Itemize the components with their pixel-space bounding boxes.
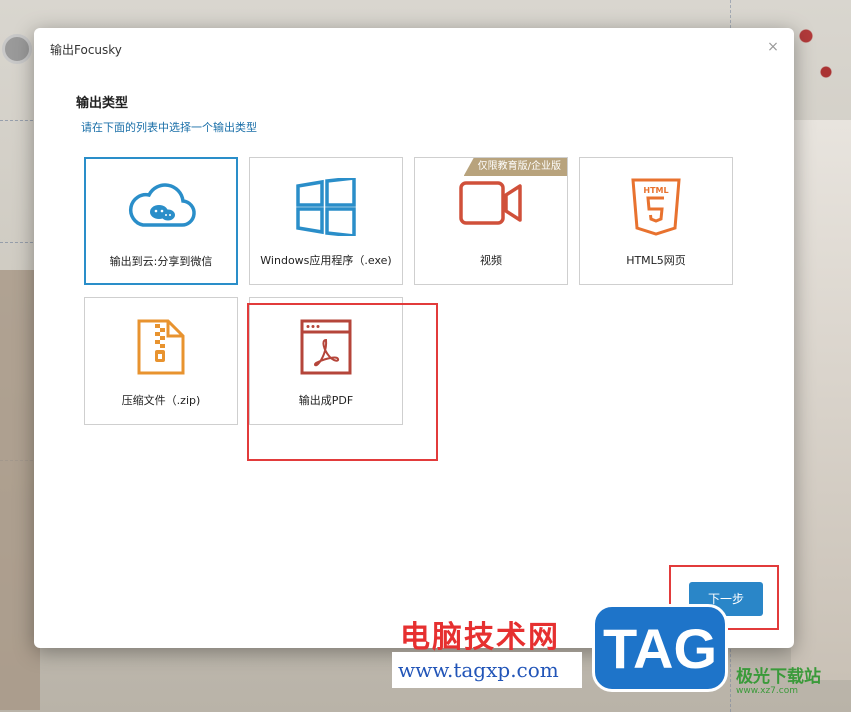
svg-text:HTML: HTML [643, 186, 668, 195]
tile-windows-exe[interactable]: Windows应用程序（.exe) [249, 157, 403, 285]
tile-video[interactable]: 仅限教育版/企业版 视频 [414, 157, 568, 285]
bg-circle [2, 34, 32, 64]
watermark-tag-logo: TAG [592, 604, 728, 692]
tile-html5[interactable]: HTML HTML5网页 [579, 157, 733, 285]
tile-label: Windows应用程序（.exe) [260, 254, 392, 267]
watermark-side-sub: www.xz7.com [736, 686, 798, 696]
zip-file-icon [85, 318, 237, 378]
video-camera-icon [415, 178, 567, 238]
edition-ribbon: 仅限教育版/企业版 [463, 158, 567, 176]
section-subtitle: 请在下面的列表中选择一个输出类型 [81, 121, 257, 134]
tile-label: 输出成PDF [298, 394, 354, 407]
tile-label: 输出到云:分享到微信 [109, 255, 213, 268]
tile-label: 压缩文件（.zip) [121, 394, 201, 407]
pdf-icon [250, 318, 402, 378]
bg-panel [791, 120, 851, 680]
tile-zip[interactable]: 压缩文件（.zip) [84, 297, 238, 425]
tile-pdf[interactable]: 输出成PDF [249, 297, 403, 425]
watermark-side-text: 极光下载站 [736, 667, 821, 687]
tile-label: 视频 [480, 254, 502, 267]
windows-icon [250, 178, 402, 238]
section-title: 输出类型 [76, 96, 129, 111]
bg-decoration [791, 0, 841, 120]
cloud-wechat-icon [86, 179, 236, 239]
export-dialog: 输出Focusky × 输出类型 请在下面的列表中选择一个输出类型 输出到云:分… [34, 28, 794, 648]
watermark-site-name: 电脑技术网 [400, 620, 560, 655]
tile-label: HTML5网页 [626, 254, 686, 267]
close-button[interactable]: × [766, 40, 780, 54]
watermark-url: www.tagxp.com [392, 652, 582, 688]
tile-cloud-wechat[interactable]: 输出到云:分享到微信 [84, 157, 238, 285]
html5-icon: HTML [580, 178, 732, 238]
dialog-title: 输出Focusky [50, 43, 122, 57]
